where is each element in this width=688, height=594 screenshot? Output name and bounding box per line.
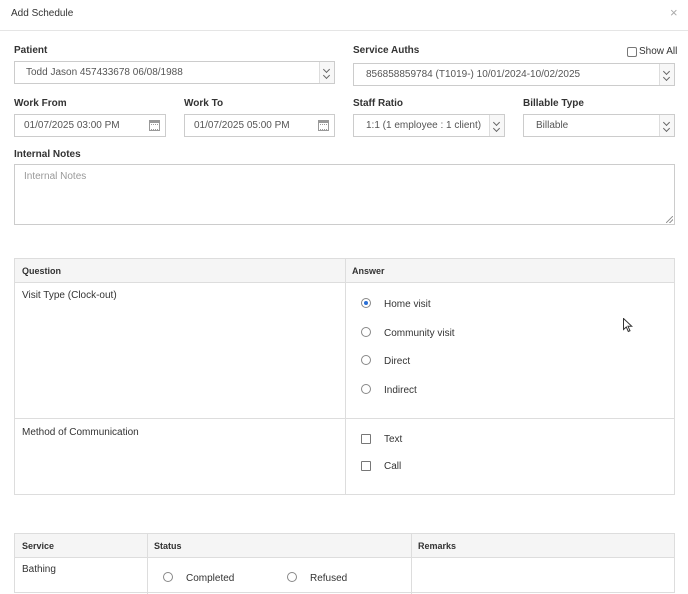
mouse-cursor-icon: [623, 318, 633, 333]
close-icon[interactable]: ×: [670, 6, 678, 19]
patient-value: Todd Jason 457433678 06/08/1988: [26, 67, 183, 78]
status-radio-completed[interactable]: [163, 572, 173, 582]
service-auths-label: Service Auths: [353, 45, 420, 56]
visit-type-option-label: Community visit: [384, 328, 455, 339]
billable-type-select[interactable]: Billable: [523, 114, 675, 137]
status-option-label: Completed: [186, 573, 235, 584]
work-from-input[interactable]: 01/07/2025 03:00 PM: [14, 114, 166, 137]
question-header: Question: [22, 266, 62, 276]
work-to-label: Work To: [184, 98, 224, 109]
communication-question: Method of Communication: [22, 427, 139, 438]
show-all-toggle[interactable]: Show All: [627, 46, 677, 57]
status-header: Status: [154, 541, 182, 551]
show-all-label: Show All: [639, 46, 678, 57]
visit-type-question: Visit Type (Clock-out): [22, 290, 117, 301]
visit-type-radio-community[interactable]: [361, 327, 371, 337]
modal-header: Add Schedule ×: [0, 0, 688, 31]
work-from-value: 01/07/2025 03:00 PM: [24, 120, 120, 131]
divider: [15, 557, 674, 558]
staff-ratio-select[interactable]: 1:1 (1 employee : 1 client): [353, 114, 505, 137]
divider: [147, 534, 148, 594]
service-auths-select[interactable]: 856858859784 (T1019-) 10/01/2024-10/02/2…: [353, 63, 675, 86]
work-from-label: Work From: [14, 98, 67, 109]
status-radio-refused[interactable]: [287, 572, 297, 582]
chevron-down-icon: [659, 64, 674, 85]
communication-checkbox-text[interactable]: [361, 434, 371, 444]
calendar-icon[interactable]: [318, 120, 329, 131]
resize-handle-icon[interactable]: [666, 216, 673, 223]
chevron-down-icon: [489, 115, 504, 136]
internal-notes-textarea[interactable]: Internal Notes: [14, 164, 675, 225]
patient-select[interactable]: Todd Jason 457433678 06/08/1988: [14, 61, 335, 84]
visit-type-radio-direct[interactable]: [361, 355, 371, 365]
divider: [345, 259, 346, 494]
communication-option-label: Call: [384, 461, 402, 472]
divider: [411, 534, 412, 594]
billable-type-label: Billable Type: [523, 98, 584, 109]
visit-type-radio-indirect[interactable]: [361, 384, 371, 394]
staff-ratio-value: 1:1 (1 employee : 1 client): [366, 120, 482, 131]
visit-type-option-label: Indirect: [384, 385, 417, 396]
communication-checkbox-call[interactable]: [361, 461, 371, 471]
communication-option-label: Text: [384, 434, 403, 445]
chevron-down-icon: [659, 115, 674, 136]
service-name: Bathing: [22, 564, 56, 575]
answer-header: Answer: [352, 266, 385, 276]
calendar-icon[interactable]: [149, 120, 160, 131]
services-table-header: [15, 534, 674, 557]
internal-notes-label: Internal Notes: [14, 149, 81, 160]
visit-type-option-label: Direct: [384, 356, 411, 367]
visit-type-option-label: Home visit: [384, 299, 431, 310]
service-header: Service: [22, 541, 55, 551]
work-to-input[interactable]: 01/07/2025 05:00 PM: [184, 114, 335, 137]
status-option-label: Refused: [310, 573, 348, 584]
billable-type-value: Billable: [536, 120, 569, 131]
work-to-value: 01/07/2025 05:00 PM: [194, 120, 290, 131]
chevron-down-icon: [319, 62, 334, 83]
modal-title: Add Schedule: [11, 8, 74, 19]
show-all-checkbox[interactable]: [627, 46, 637, 57]
internal-notes-placeholder: Internal Notes: [24, 171, 87, 182]
question-table: Question Answer Visit Type (Clock-out) H…: [14, 258, 675, 495]
patient-label: Patient: [14, 45, 48, 56]
staff-ratio-label: Staff Ratio: [353, 98, 403, 109]
service-auths-value: 856858859784 (T1019-) 10/01/2024-10/02/2…: [366, 69, 581, 80]
visit-type-radio-home[interactable]: [361, 298, 371, 308]
services-table: Service Status Remarks Bathing Completed…: [14, 533, 675, 594]
remarks-header: Remarks: [418, 541, 457, 551]
